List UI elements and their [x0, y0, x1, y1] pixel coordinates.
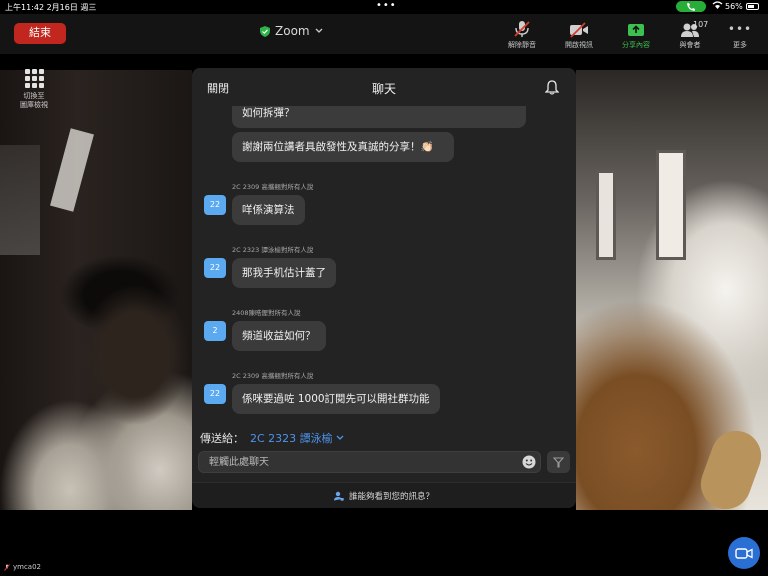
- camera-icon: [735, 547, 753, 559]
- chat-avatar: 2: [204, 321, 226, 341]
- chat-header: 關閉 聊天: [192, 68, 576, 106]
- more-label: 更多: [733, 41, 747, 49]
- share-content-button[interactable]: 分享內容: [613, 20, 659, 50]
- chat-message-bubble: 頻道收益如何？: [232, 321, 326, 351]
- send-icon: [553, 456, 564, 468]
- battery-icon: [746, 3, 759, 10]
- participants-button[interactable]: 107 與會者: [667, 20, 713, 50]
- video-background-shelf: [0, 145, 40, 255]
- chat-message-list[interactable]: 如何拆彈？ 謝謝兩位講者具啟發性及真誠的分享！👏🏻 2C 2309 高攜翹對所有…: [192, 106, 576, 424]
- chat-message-sender: 2C 2323 譚泳榆對所有人說: [232, 246, 314, 254]
- more-dots-icon: •••: [727, 22, 753, 36]
- participants-count: 107: [693, 20, 709, 29]
- chat-footer[interactable]: 誰能夠看到您的訊息？: [192, 482, 576, 508]
- shield-check-icon: [260, 25, 270, 37]
- who-can-see-label: 誰能夠看到您的訊息？: [348, 492, 434, 502]
- chat-avatar: 22: [204, 384, 226, 404]
- share-screen-icon: [628, 24, 644, 36]
- mic-muted-small-icon: [4, 563, 10, 571]
- camera-toggle-button[interactable]: [728, 537, 760, 569]
- start-video-button[interactable]: 開啟視訊: [556, 20, 602, 50]
- video-foreground-hand: [693, 423, 768, 517]
- chat-message-sender: 2C 2309 高攜翹對所有人說: [232, 183, 314, 191]
- self-view-name-tag: ymca02: [4, 563, 41, 571]
- end-meeting-button[interactable]: 結束: [14, 23, 66, 44]
- app-title: Zoom: [275, 24, 310, 38]
- more-button[interactable]: ••• 更多: [717, 20, 763, 50]
- chat-message-bubble: 如何拆彈？: [232, 106, 526, 128]
- mic-muted-icon: [514, 21, 530, 37]
- send-to-recipient-select[interactable]: 2C 2323 譚泳榆: [250, 430, 344, 446]
- switch-gallery-view-button[interactable]: 切換至 圖庫檢視: [18, 68, 50, 128]
- participants-label: 與會者: [679, 41, 701, 49]
- send-button[interactable]: [547, 451, 570, 473]
- multitask-dots-icon[interactable]: •••: [376, 0, 397, 11]
- video-background-window-2: [596, 170, 616, 260]
- grid-icon: [24, 68, 44, 88]
- chat-title: 聊天: [371, 82, 396, 96]
- bell-icon[interactable]: [545, 80, 559, 95]
- video-bottom-area: [0, 510, 768, 576]
- status-bar: 上午11:42 2月16日 週三 ••• 56%: [0, 0, 768, 14]
- chat-message-sender: 2C 2309 高攜翹對所有人說: [232, 372, 314, 380]
- video-off-icon: [570, 22, 588, 38]
- start-video-label: 開啟視訊: [565, 41, 593, 49]
- chat-avatar: 22: [204, 258, 226, 278]
- phone-icon: [687, 3, 695, 11]
- chat-message-bubble: 那我手机估计蓋了: [232, 258, 336, 288]
- send-to-recipient: 2C 2323 譚泳榆: [250, 432, 333, 445]
- chat-avatar: 22: [204, 195, 226, 215]
- wifi-icon: [712, 1, 723, 9]
- chat-message-bubble: 咩係演算法: [232, 195, 305, 225]
- video-background-window: [656, 150, 686, 260]
- participant-video-right: [576, 70, 768, 517]
- chat-message-sender: 2408陳晧鏗對所有人說: [232, 309, 301, 317]
- call-indicator[interactable]: [676, 1, 706, 12]
- send-to-label: 傳送給：: [200, 432, 244, 445]
- chat-message-bubble: 係咪要過咗 1000訂閱先可以開社群功能: [232, 384, 440, 414]
- send-to-row: 傳送給： 2C 2323 譚泳榆: [200, 430, 344, 446]
- share-content-label: 分享內容: [622, 41, 650, 49]
- status-time: 上午11:42 2月16日 週三: [5, 3, 97, 12]
- video-background-paper: [50, 128, 94, 212]
- chevron-down-icon: [336, 435, 344, 440]
- chat-panel: 關閉 聊天 如何拆彈？ 謝謝兩位講者具啟發性及真誠的分享！👏🏻 2C 2309 …: [192, 68, 576, 508]
- participant-video-left: [0, 70, 192, 510]
- who-can-see-row[interactable]: 誰能夠看到您的訊息？: [192, 490, 576, 502]
- chevron-down-icon: [315, 28, 323, 33]
- meeting-toolbar: 結束 Zoom 解除靜音 開啟視訊 分享內容 107 與會者 ••• 更多: [0, 14, 768, 54]
- chat-message-bubble: 謝謝兩位講者具啟發性及真誠的分享！👏🏻: [232, 132, 454, 162]
- unmute-label: 解除靜音: [508, 41, 536, 49]
- user-lock-icon: [333, 491, 344, 501]
- unmute-button[interactable]: 解除靜音: [499, 20, 545, 50]
- self-view-name: ymca02: [13, 563, 42, 571]
- emoji-icon[interactable]: [522, 455, 536, 469]
- battery-percent: 56%: [725, 2, 743, 11]
- switch-gallery-view-label: 切換至 圖庫檢視: [20, 92, 48, 109]
- chat-input[interactable]: [198, 451, 541, 473]
- meeting-title[interactable]: Zoom: [260, 24, 323, 38]
